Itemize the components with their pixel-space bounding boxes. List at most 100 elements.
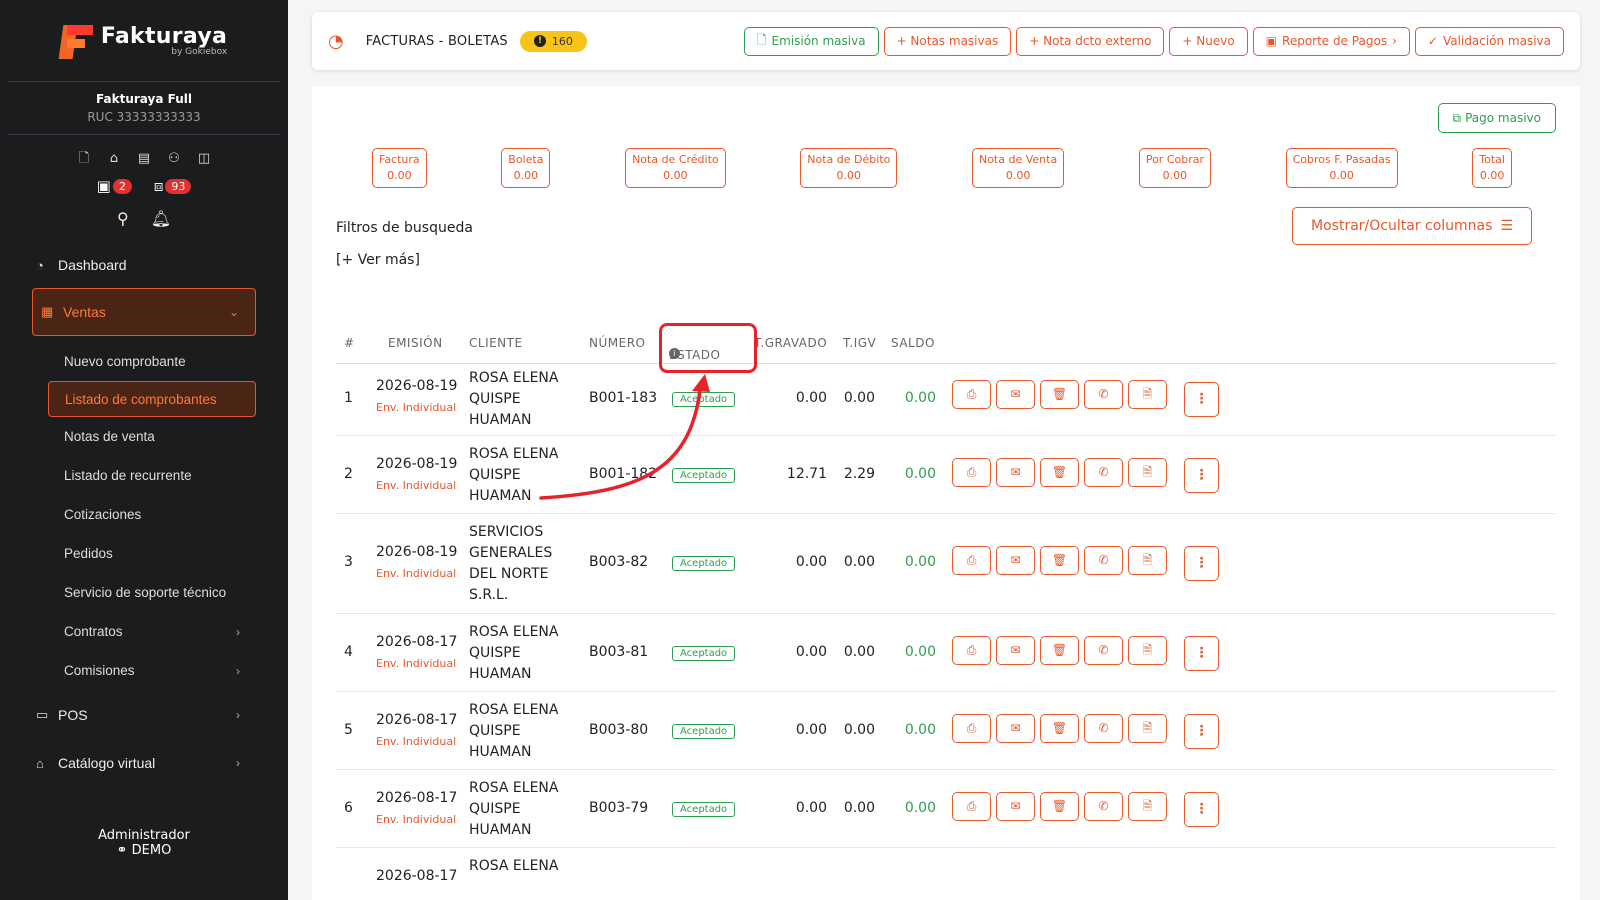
print-button[interactable]: ⎙ (952, 714, 991, 743)
table-icon[interactable]: ▤ (136, 151, 152, 167)
email-button[interactable]: ✉ (996, 636, 1035, 665)
alert-icon: ! (533, 35, 546, 47)
row-client: ROSA ELENA QUISPE HUAMAN (469, 702, 559, 760)
status-badge: Aceptado (672, 468, 736, 483)
notification-badges: ▣ 2 ⧈ 93 (0, 177, 288, 195)
delete-button[interactable]: 🗑 (1040, 714, 1079, 743)
file-icon[interactable]: 🗋 (76, 151, 92, 167)
documents-count: 160 (551, 34, 573, 48)
total-value: 0.00 (387, 169, 412, 182)
row-igv: 2.29 (843, 466, 875, 482)
pago-masivo-button[interactable]: ⧉ Pago masivo (1437, 103, 1556, 133)
toggle-columns-button[interactable]: Mostrar/Ocultar columnas ☰ (1292, 207, 1532, 245)
more-options-button[interactable]: ⋮ (1184, 792, 1219, 827)
sidebar-subitem-pedidos[interactable]: Pedidos (0, 534, 288, 573)
email-button[interactable]: ✉ (996, 458, 1035, 487)
status-badge: Aceptado (672, 724, 736, 739)
admin-info[interactable]: Administrador ⚭ DEMO (0, 822, 288, 858)
row-client: ROSA ELENA QUISPE HUAMAN (469, 370, 559, 428)
table-row: 2026-08-17 ROSA ELENA (336, 848, 1556, 900)
sidebar-subitem-contratos[interactable]: Contratos › (0, 612, 288, 651)
brand-logo[interactable]: Fakturaya by Gokiebox (8, 0, 280, 82)
status-badge: Aceptado (672, 646, 736, 661)
more-options-button[interactable]: ⋮ (1184, 636, 1219, 671)
chevron-right-icon: › (1392, 34, 1397, 48)
boxes-badge[interactable]: ⧈ 93 (154, 177, 192, 195)
sidebar-subitem-comisiones[interactable]: Comisiones › (0, 651, 288, 690)
sidebar-item-pos[interactable]: ▭ POS › (0, 696, 288, 734)
row-date: 2026-08-19 (376, 544, 458, 560)
sidebar-subitem-cotizaciones[interactable]: Cotizaciones (0, 495, 288, 534)
email-button[interactable]: ✉ (996, 380, 1035, 409)
whatsapp-button[interactable]: ✆ (1084, 546, 1123, 575)
whatsapp-button[interactable]: ✆ (1084, 636, 1123, 665)
pdf-button[interactable]: 🗎 (1128, 714, 1167, 743)
more-options-button[interactable]: ⋮ (1184, 546, 1219, 581)
pdf-button[interactable]: 🗎 (1128, 636, 1167, 665)
notas-masivas-button[interactable]: + Notas masivas (883, 26, 1012, 56)
whatsapp-button[interactable]: ✆ (1084, 380, 1123, 409)
email-button[interactable]: ✉ (996, 792, 1035, 821)
total-value: 0.00 (663, 169, 688, 182)
row-number: B003-79 (589, 800, 649, 816)
delete-button[interactable]: 🗑 (1040, 380, 1079, 409)
whatsapp-button[interactable]: ✆ (1084, 714, 1123, 743)
more-options-button[interactable]: ⋮ (1184, 458, 1219, 493)
sidebar-item-ventas[interactable]: ▦ Ventas ⌄ (32, 288, 256, 336)
nota-dcto-externo-button[interactable]: + Nota dcto externo (1016, 26, 1165, 56)
users-icon[interactable]: ⚇ (166, 151, 182, 167)
totals-summary: Factura 0.00 Boleta 0.00 Nota de Crédito 0.… (372, 148, 1512, 188)
print-button[interactable]: ⎙ (952, 636, 991, 665)
status-badge: Aceptado (672, 802, 736, 817)
whatsapp-button[interactable]: ✆ (1084, 792, 1123, 821)
more-options-button[interactable]: ⋮ (1184, 714, 1219, 749)
sidebar-subitem-nuevo-comprobante[interactable]: Nuevo comprobante (0, 342, 288, 381)
pdf-button[interactable]: 🗎 (1128, 792, 1167, 821)
delete-button[interactable]: 🗑 (1040, 792, 1079, 821)
emision-masiva-button[interactable]: 🗋 Emisión masiva (743, 26, 879, 56)
row-date: 2026-08-17 (376, 790, 458, 806)
delete-button[interactable]: 🗑 (1040, 636, 1079, 665)
lock-icon[interactable]: ⚲ (117, 209, 129, 228)
pdf-button[interactable]: 🗎 (1128, 380, 1167, 409)
row-index: 2 (344, 466, 353, 482)
row-igv: 0.00 (843, 722, 875, 738)
file-pdf-icon: 🗎 (1142, 553, 1153, 567)
email-button[interactable]: ✉ (996, 714, 1035, 743)
print-button[interactable]: ⎙ (952, 458, 991, 487)
sidebar-subitem-soporte-tecnico[interactable]: Servicio de soporte técnico (0, 573, 288, 612)
pdf-button[interactable]: 🗎 (1128, 458, 1167, 487)
sidebar-item-catalogo[interactable]: ⌂ Catálogo virtual › (0, 744, 288, 782)
validacion-masiva-button[interactable]: ✓ Validación masiva (1414, 26, 1564, 56)
trash-icon: 🗑 (1051, 465, 1068, 479)
company-name: Fakturaya Full (96, 92, 192, 106)
delete-button[interactable]: 🗑 (1040, 546, 1079, 575)
sidebar-item-dashboard[interactable]: ◔ Dashboard (0, 246, 288, 284)
nuevo-button[interactable]: + Nuevo (1169, 26, 1248, 56)
print-button[interactable]: ⎙ (952, 546, 991, 575)
print-button[interactable]: ⎙ (952, 380, 991, 409)
calendar-x-badge[interactable]: ▣ 2 (97, 177, 132, 195)
email-button[interactable]: ✉ (996, 546, 1035, 575)
whatsapp-button[interactable]: ✆ (1084, 458, 1123, 487)
delete-button[interactable]: 🗑 (1040, 458, 1079, 487)
more-options-button[interactable]: ⋮ (1184, 382, 1219, 417)
row-igv: 0.00 (843, 390, 875, 406)
sidebar-subitem-notas-venta[interactable]: Notas de venta (0, 417, 288, 456)
box-icon[interactable]: ◫ (196, 151, 212, 167)
total-nota-venta: Nota de Venta 0.00 (971, 148, 1065, 188)
bell-icon[interactable]: 🔔︎ (151, 209, 171, 228)
reporte-pagos-button[interactable]: ▣ Reporte de Pagos › (1252, 26, 1410, 56)
row-number: B001-182 (589, 466, 658, 482)
pdf-button[interactable]: 🗎 (1128, 546, 1167, 575)
check-icon: ✓ (1427, 34, 1438, 48)
envelope-icon: ✉ (1010, 799, 1021, 813)
file-icon: 🗋 (756, 32, 767, 47)
main-panel: ⧉ Pago masivo Factura 0.00 Boleta 0.00 Nota… (312, 86, 1580, 900)
total-value: 0.00 (1479, 169, 1505, 182)
sidebar-subitem-listado-comprobantes[interactable]: Listado de comprobantes (48, 381, 256, 417)
print-button[interactable]: ⎙ (952, 792, 991, 821)
store-icon[interactable]: ⌂ (106, 151, 122, 167)
ver-mas-link[interactable]: [+ Ver más] (336, 252, 420, 268)
sidebar-subitem-listado-recurrente[interactable]: Listado de recurrente (0, 456, 288, 495)
